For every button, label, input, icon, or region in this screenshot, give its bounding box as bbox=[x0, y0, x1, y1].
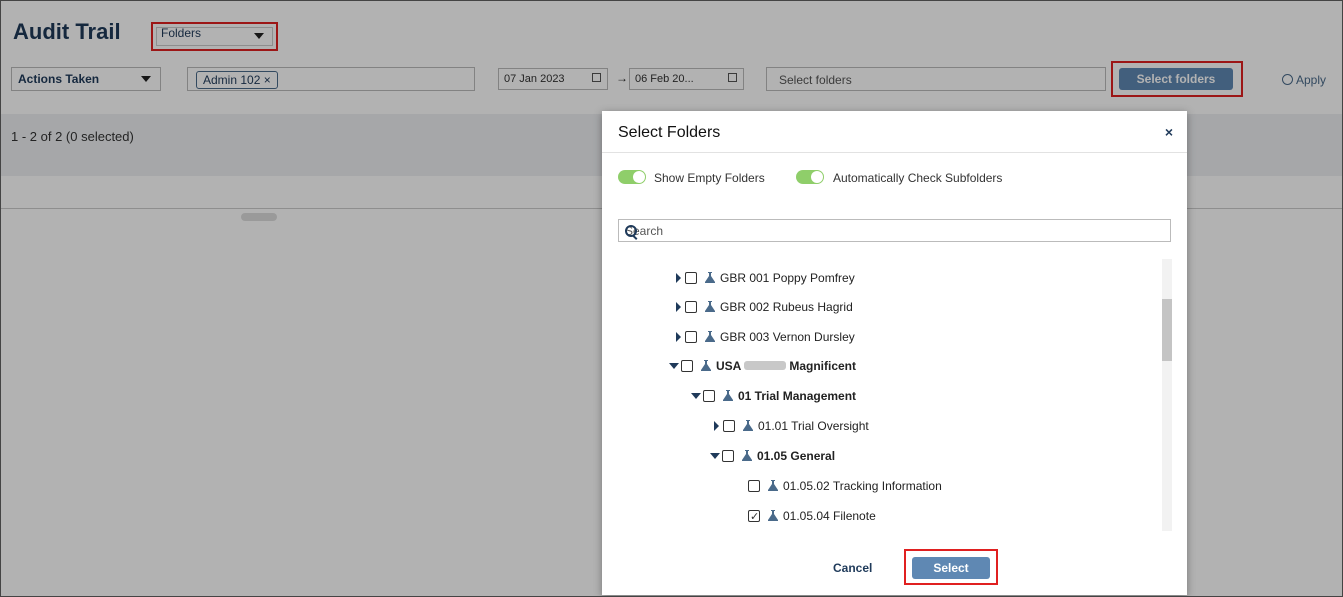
date-range-arrow: → bbox=[616, 71, 628, 85]
show-empty-folders-toggle[interactable] bbox=[618, 170, 646, 184]
search-icon[interactable] bbox=[625, 225, 637, 237]
expand-icon[interactable] bbox=[676, 302, 681, 312]
flask-icon bbox=[743, 420, 753, 431]
page-title: Audit Trail bbox=[13, 19, 121, 44]
auto-check-subfolders-toggle[interactable] bbox=[796, 170, 824, 184]
flask-icon bbox=[705, 331, 715, 342]
tree-checkbox[interactable] bbox=[685, 331, 697, 343]
folder-filter-placeholder: Select folders bbox=[779, 73, 852, 87]
flask-icon bbox=[768, 480, 778, 491]
redacted-text bbox=[744, 361, 787, 370]
tree-node[interactable]: USA Magnificent bbox=[669, 355, 856, 377]
check-circle-icon bbox=[1282, 74, 1293, 85]
user-tag[interactable]: Admin 102 × bbox=[196, 71, 278, 89]
folder-search-input[interactable]: Search bbox=[618, 219, 1171, 242]
flask-icon bbox=[705, 301, 715, 312]
apply-button[interactable]: Apply bbox=[1282, 73, 1326, 87]
tree-node[interactable]: GBR 002 Rubeus Hagrid bbox=[676, 296, 853, 318]
tree-checkbox[interactable] bbox=[685, 272, 697, 284]
chevron-down-icon bbox=[141, 76, 151, 82]
tree-checkbox-checked[interactable] bbox=[748, 506, 760, 528]
action-type-dropdown[interactable]: Actions Taken bbox=[11, 67, 161, 91]
collapse-icon[interactable] bbox=[691, 393, 701, 399]
folder-filter-field[interactable]: Select folders bbox=[766, 67, 1106, 91]
flask-icon bbox=[742, 450, 752, 461]
tree-checkbox[interactable] bbox=[723, 420, 735, 432]
flask-icon bbox=[705, 272, 715, 283]
tree-checkbox[interactable] bbox=[681, 360, 693, 372]
scrollbar-thumb[interactable] bbox=[1162, 299, 1172, 361]
tree-node[interactable]: 01.05 General bbox=[710, 445, 835, 467]
flask-icon bbox=[723, 390, 733, 401]
tree-checkbox[interactable] bbox=[748, 480, 760, 492]
result-count: 1 - 2 of 2 (0 selected) bbox=[11, 129, 134, 144]
select-folders-dialog: Select Folders × Show Empty Folders Auto… bbox=[602, 111, 1187, 595]
cancel-button[interactable]: Cancel bbox=[833, 561, 872, 575]
auto-check-subfolders-label: Automatically Check Subfolders bbox=[833, 171, 1003, 185]
flask-icon bbox=[701, 360, 711, 371]
expand-icon[interactable] bbox=[714, 421, 719, 431]
date-to-field[interactable]: 06 Feb 20... bbox=[629, 68, 744, 90]
view-type-label: Folders bbox=[161, 26, 202, 40]
collapse-icon[interactable] bbox=[669, 363, 679, 369]
chevron-down-icon bbox=[254, 33, 264, 39]
tree-checkbox[interactable] bbox=[703, 390, 715, 402]
tree-node[interactable]: 01.05.02 Tracking Information bbox=[748, 475, 942, 497]
expand-icon[interactable] bbox=[676, 273, 681, 283]
action-type-label: Actions Taken bbox=[18, 72, 100, 86]
expand-icon[interactable] bbox=[676, 332, 681, 342]
tree-node[interactable]: GBR 001 Poppy Pomfrey bbox=[676, 267, 855, 289]
user-filter-field[interactable]: Admin 102 × bbox=[187, 67, 475, 91]
divider bbox=[602, 152, 1187, 153]
loading-placeholder bbox=[241, 213, 277, 221]
show-empty-folders-label: Show Empty Folders bbox=[654, 171, 765, 185]
tree-node[interactable]: 01.05.04 Filenote bbox=[748, 505, 876, 528]
view-type-dropdown[interactable]: Folders bbox=[151, 22, 278, 51]
dialog-title: Select Folders bbox=[618, 124, 721, 141]
calendar-icon[interactable] bbox=[728, 73, 737, 82]
audit-trail-page: Audit Trail Folders Actions Taken Admin … bbox=[0, 0, 1343, 597]
tree-checkbox[interactable] bbox=[722, 450, 734, 462]
tree-node[interactable]: 01 Trial Management bbox=[691, 385, 856, 407]
tree-node[interactable]: GBR 003 Vernon Dursley bbox=[676, 326, 855, 348]
tree-node[interactable]: 01.01 Trial Oversight bbox=[714, 415, 869, 437]
calendar-icon[interactable] bbox=[592, 73, 601, 82]
tree-checkbox[interactable] bbox=[685, 301, 697, 313]
select-button-highlight: Select bbox=[904, 549, 998, 585]
select-folders-button[interactable]: Select folders bbox=[1119, 68, 1233, 90]
date-from-field[interactable]: 07 Jan 2023 bbox=[498, 68, 608, 90]
flask-icon bbox=[768, 510, 778, 521]
collapse-icon[interactable] bbox=[710, 453, 720, 459]
close-icon[interactable]: × bbox=[1165, 124, 1173, 140]
select-folders-highlight: Select folders bbox=[1111, 61, 1243, 97]
select-button[interactable]: Select bbox=[912, 557, 990, 579]
